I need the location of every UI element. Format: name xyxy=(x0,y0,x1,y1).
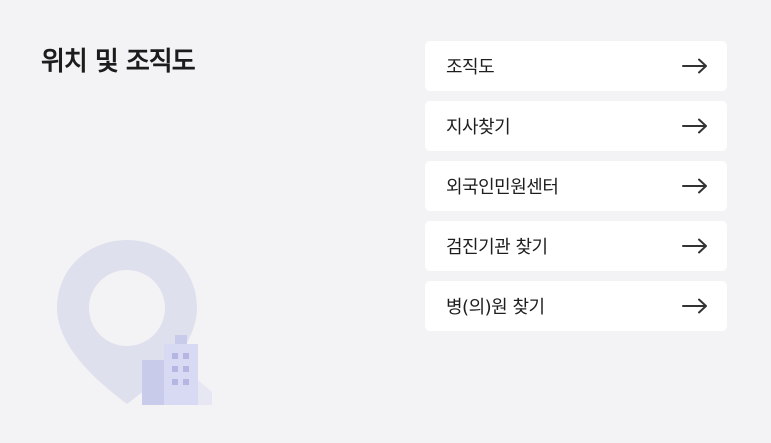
page-title: 위치 및 조직도 xyxy=(41,47,196,77)
location-pin-icon xyxy=(57,240,212,405)
link-label: 외국인민원센터 xyxy=(446,177,559,198)
arrow-right-icon xyxy=(682,298,707,314)
link-branch-finder[interactable]: 지사찾기 xyxy=(425,101,727,151)
link-label: 지사찾기 xyxy=(446,117,511,138)
arrow-right-icon xyxy=(682,178,707,194)
link-foreigner-center[interactable]: 외국인민원센터 xyxy=(425,161,727,211)
arrow-right-icon xyxy=(682,58,707,74)
location-building-illustration xyxy=(52,232,222,412)
link-label: 병(의)원 찾기 xyxy=(446,297,545,318)
link-org-chart[interactable]: 조직도 xyxy=(425,41,727,91)
location-link-list: 조직도 지사찾기 외국인민원센터 검진기관 찾기 병(의)원 찾기 xyxy=(425,41,727,341)
link-label: 조직도 xyxy=(446,57,495,78)
building-front-icon xyxy=(142,360,164,405)
arrow-right-icon xyxy=(682,118,707,134)
link-hospital-clinic-finder[interactable]: 병(의)원 찾기 xyxy=(425,281,727,331)
link-label: 검진기관 찾기 xyxy=(446,237,548,258)
arrow-right-icon xyxy=(682,238,707,254)
building-back-icon xyxy=(164,344,198,405)
link-checkup-institution-finder[interactable]: 검진기관 찾기 xyxy=(425,221,727,271)
